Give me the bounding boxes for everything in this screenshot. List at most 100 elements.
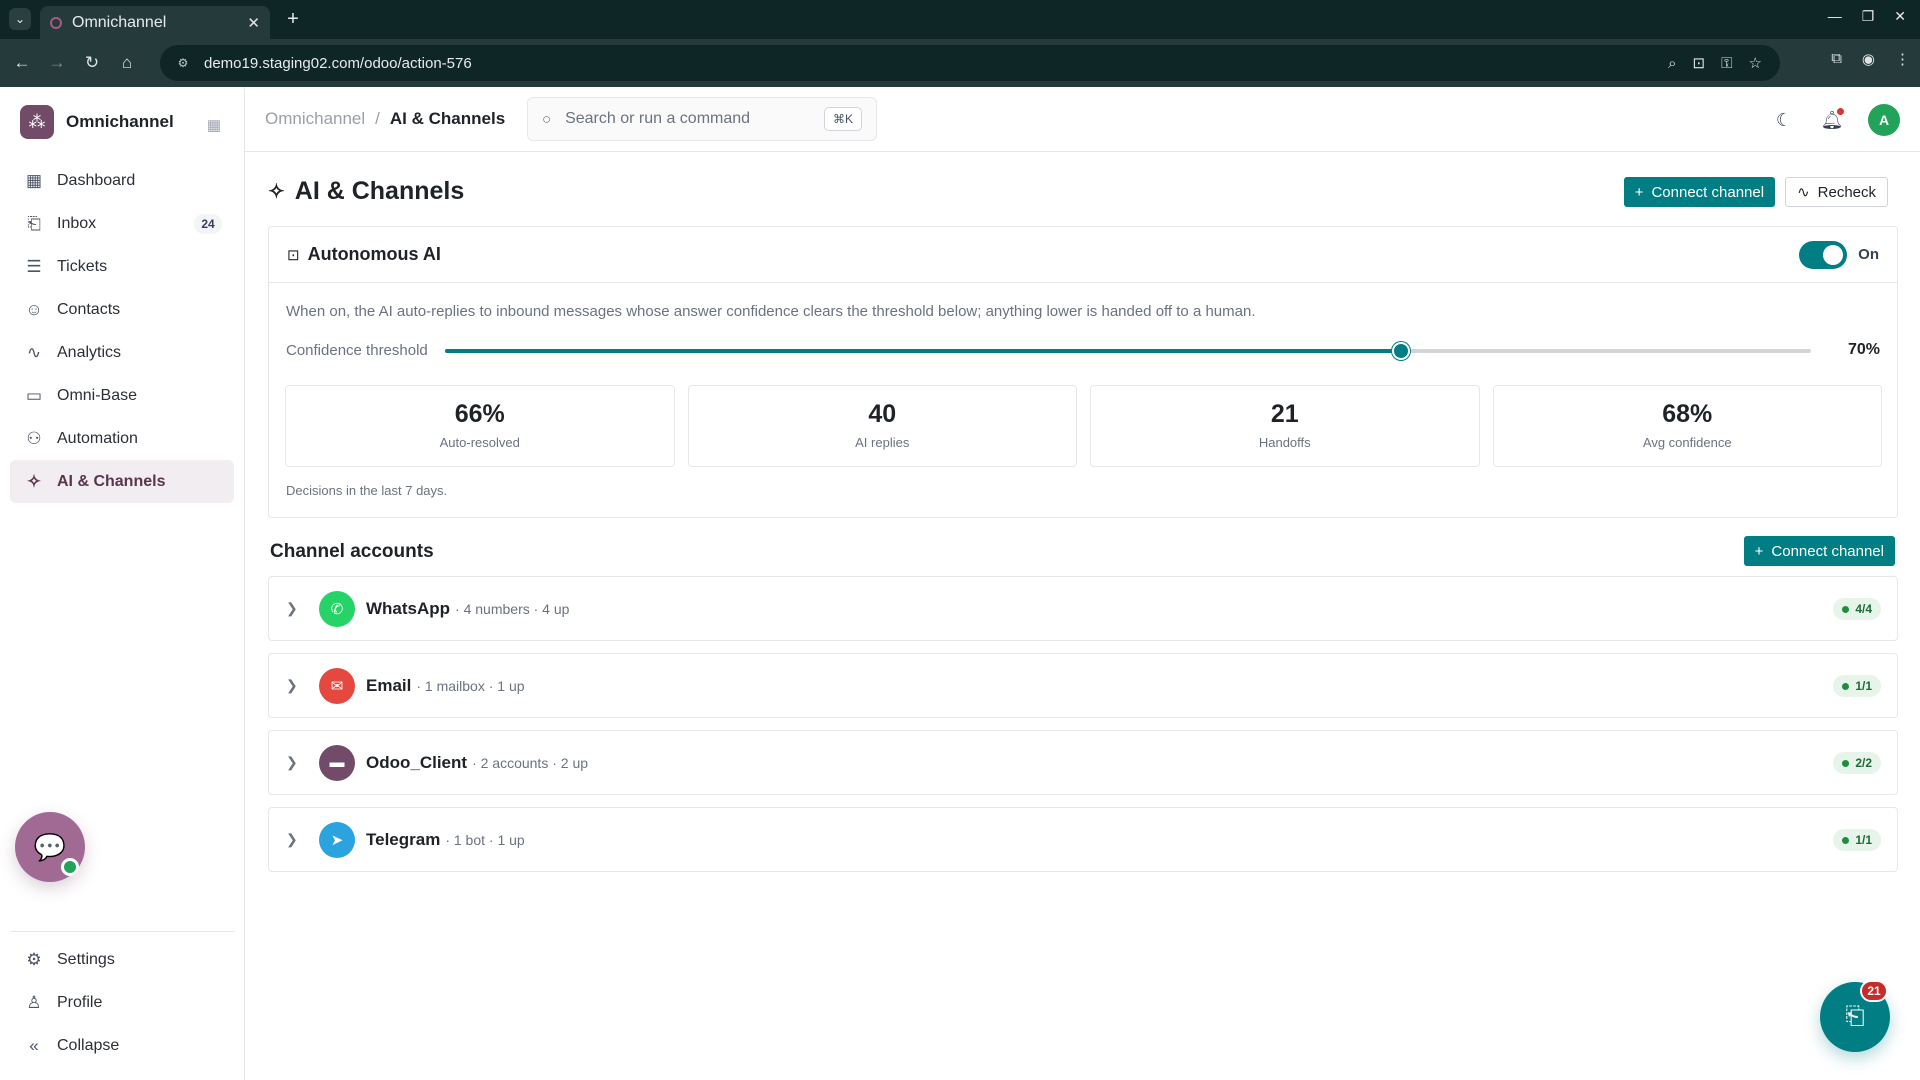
connect-channel-button[interactable]: + Connect channel [1623,177,1776,207]
sidebar-item-inbox[interactable]: ⎗ Inbox 24 [10,202,234,245]
analytics-icon: ∿ [26,342,42,362]
tab-close-icon[interactable]: ✕ [247,14,260,32]
slider-thumb[interactable] [1392,342,1411,360]
reload-icon[interactable]: ↻ [79,50,105,76]
pulse-icon: ∿ [1797,184,1810,201]
dark-mode-moon-icon[interactable]: ☾ [1772,108,1796,132]
address-bar[interactable]: ⚙ demo19.staging02.com/odoo/action-576 ⌕… [160,45,1780,81]
sidebar-item-dashboard[interactable]: ▦ Dashboard [10,159,234,202]
confidence-threshold-slider[interactable] [445,342,1811,360]
tab-title: Omnichannel [72,13,167,31]
browser-tab[interactable]: Omnichannel ✕ [40,6,270,39]
apps-grid-icon[interactable]: ▦ [205,116,223,134]
chat-icon: ▬ [319,744,355,781]
contacts-icon: ☺ [25,299,43,319]
sidebar-item-ai-channels[interactable]: ✧ AI & Channels [10,460,234,503]
restore-icon[interactable]: ❐ [1862,8,1875,25]
autonomous-ai-title: Autonomous AI [307,244,441,264]
app-root: ⁂ Omnichannel ▦ ▦ Dashboard ⎗ Inbox 24 ☰… [0,87,1920,1080]
browser-profile-icon[interactable]: ◉ [1862,50,1875,68]
search-shortcut-badge: ⌘K [823,107,862,131]
tab-search-button[interactable]: ⌄ [9,8,31,30]
site-info-icon[interactable]: ⚙ [174,54,192,72]
channel-status-badge: 2/2 [1833,752,1881,774]
sparkle-icon: ✧ [268,181,285,203]
sidebar-item-label: Settings [57,950,115,968]
confidence-threshold-value: 70% [1847,341,1880,358]
minimize-icon[interactable]: — [1828,8,1842,25]
slider-fill [445,349,1402,353]
app-name: Omnichannel [66,112,174,131]
chevron-right-icon[interactable]: ❯ [286,831,312,848]
sidebar-item-automation[interactable]: ⚇ Automation [10,417,234,460]
chevron-right-icon[interactable]: ❯ [286,754,312,771]
channel-row-telegram[interactable]: ❯ ➤ Telegram · 1 bot · 1 up 1/1 [268,807,1898,872]
autonomous-ai-header: ⊡ Autonomous AI On [269,227,1897,283]
channel-status-count: 4/4 [1855,602,1872,616]
sidebar-item-label: Omni-Base [57,386,138,404]
channel-status-badge: 1/1 [1833,675,1881,697]
autonomous-ai-description: When on, the AI auto-replies to inbound … [286,303,1256,320]
plus-icon: + [1634,183,1644,201]
sidebar-item-tickets[interactable]: ☰ Tickets [10,245,234,288]
notifications-bell-icon[interactable]: 🔔︎ [1820,108,1844,132]
stat-label: Auto-resolved [439,435,520,450]
channel-status-count: 1/1 [1855,679,1872,693]
sidebar: ⁂ Omnichannel ▦ ▦ Dashboard ⎗ Inbox 24 ☰… [0,87,245,1080]
stat-label: Handoffs [1258,435,1311,450]
sidebar-item-contacts[interactable]: ☺ Contacts [10,288,234,331]
recheck-button[interactable]: ∿ Recheck [1785,177,1888,207]
back-icon[interactable]: ← [9,50,35,76]
channel-meta: · 1 bot · 1 up [445,831,525,848]
sidebar-item-settings[interactable]: ⚙ Settings [10,938,234,981]
automation-icon: ⚇ [26,428,42,448]
sparkle-icon: ✧ [26,471,42,491]
bookmark-star-icon[interactable]: ☆ [1749,54,1762,72]
stat-card: 21 Handoffs [1090,385,1480,467]
notification-dot [1837,108,1844,115]
brand: ⁂ Omnichannel [20,105,174,139]
chat-bubbles-icon: 💬 [33,831,67,862]
forward-icon[interactable]: → [44,50,70,76]
sidebar-item-collapse[interactable]: « Collapse [10,1024,234,1067]
breadcrumb-separator: / [375,109,380,128]
sidebar-item-omni-base[interactable]: ▭ Omni-Base [10,374,234,417]
close-window-icon[interactable]: ✕ [1894,8,1906,25]
autonomous-ai-toggle[interactable] [1799,241,1847,269]
connect-channel-label: Connect channel [1771,542,1884,560]
page-title: ✧ AI & Channels [268,177,464,206]
page-header: ✧ AI & Channels + Connect channel ∿ Rech… [268,152,1898,212]
robot-icon: ⊡ [287,246,300,264]
chevron-right-icon[interactable]: ❯ [286,600,312,617]
sidebar-bottom-nav: ⚙ Settings ♙ Profile « Collapse [10,938,234,1067]
command-search-input[interactable]: ○ Search or run a command ⌘K [527,97,877,141]
sidebar-item-analytics[interactable]: ∿ Analytics [10,331,234,374]
channel-row-whatsapp[interactable]: ❯ ✆ WhatsApp · 4 numbers · 4 up 4/4 [268,576,1898,641]
channel-row-odoo-client[interactable]: ❯ ▬ Odoo_Client · 2 accounts · 2 up 2/2 [268,730,1898,795]
collapse-icon: « [29,1035,39,1055]
chevron-right-icon[interactable]: ❯ [286,677,312,694]
stat-card: 66% Auto-resolved [285,385,675,467]
extensions-icon[interactable]: ⧉ [1831,50,1842,68]
tab-favicon-icon [50,16,62,29]
browser-tab-bar: ⌄ Omnichannel ✕ + — ❐ ✕ [0,0,1920,39]
channel-name: Email [366,675,412,695]
install-app-icon[interactable]: ⊡ [1693,54,1706,72]
confidence-threshold-label: Confidence threshold [286,342,428,359]
stat-value: 21 [1270,400,1299,428]
sidebar-item-label: Profile [57,993,103,1011]
breadcrumb-root[interactable]: Omnichannel [265,109,365,129]
connect-channel-button-secondary[interactable]: + Connect channel [1743,536,1895,566]
browser-menu-icon[interactable]: ⋮ [1895,50,1910,68]
toggle-state-label: On [1858,246,1879,263]
autonomous-ai-card: ⊡ Autonomous AI On When on, the AI auto-… [268,226,1898,518]
password-key-icon[interactable]: ⚿ [1721,55,1732,72]
search-icon: ○ [542,110,552,128]
user-avatar[interactable]: A [1868,104,1900,136]
channel-name: WhatsApp [366,598,451,618]
home-icon[interactable]: ⌂ [114,50,140,76]
zoom-icon[interactable]: ⌕ [1668,55,1676,72]
new-tab-button[interactable]: + [282,8,304,30]
channel-row-email[interactable]: ❯ ✉ Email · 1 mailbox · 1 up 1/1 [268,653,1898,718]
sidebar-item-profile[interactable]: ♙ Profile [10,981,234,1024]
